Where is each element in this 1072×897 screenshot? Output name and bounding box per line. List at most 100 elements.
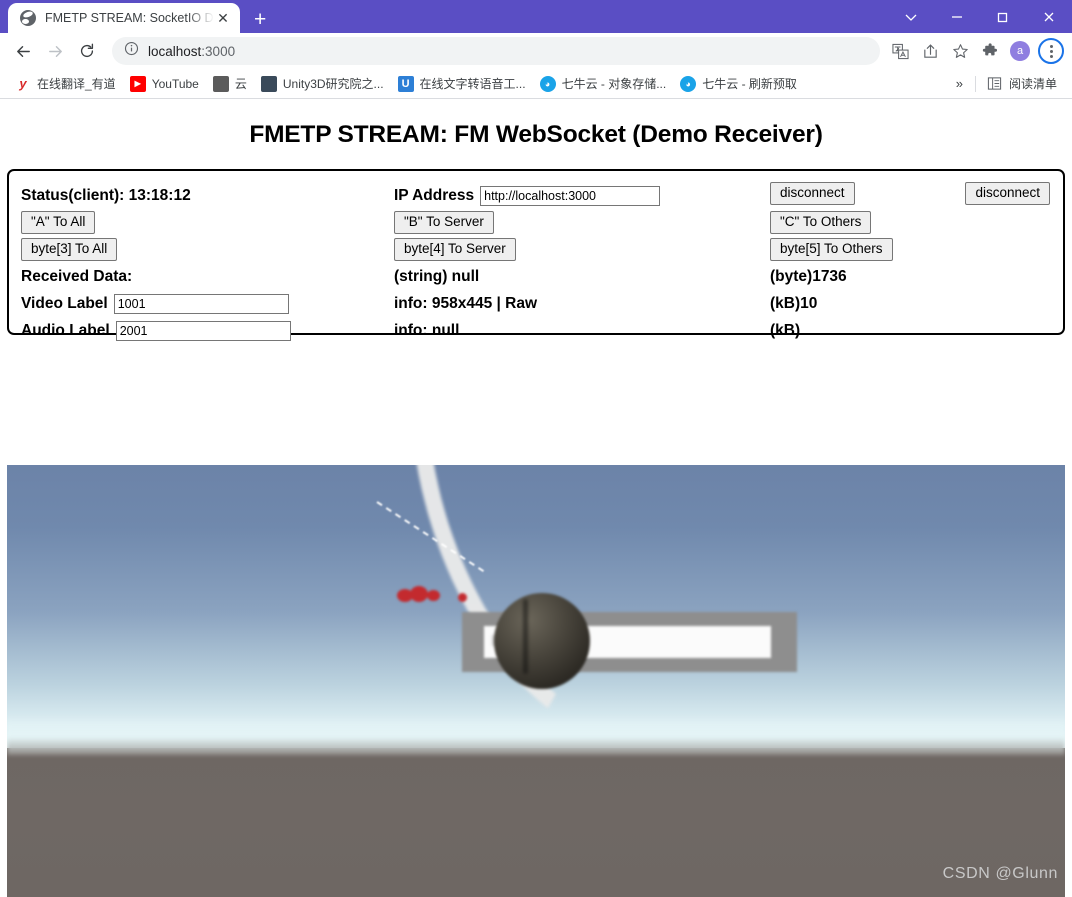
- three-dots-menu-icon[interactable]: [1038, 38, 1064, 64]
- bookmark-item[interactable]: 云: [206, 72, 254, 95]
- video-label-input[interactable]: [113, 293, 289, 314]
- byte-value-row: (byte)1736: [770, 263, 1050, 290]
- bookmark-item[interactable]: Unity3D研究院之...: [254, 72, 391, 95]
- profile-avatar[interactable]: a: [1010, 41, 1030, 61]
- url-text: localhost:3000: [148, 44, 235, 59]
- qiniu-icon: ◕: [539, 75, 556, 92]
- bookmarks-bar: y 在线翻译_有道 ▶ YouTube 云 Unity3D研究院之... U 在…: [0, 69, 1072, 99]
- extensions-puzzle-icon[interactable]: [976, 37, 1004, 65]
- bookmark-item[interactable]: U 在线文字转语音工...: [391, 72, 533, 95]
- video-label-text: Video Label: [21, 294, 108, 312]
- bookmark-item[interactable]: ▶ YouTube: [123, 73, 206, 95]
- string-value-row: (string) null: [394, 263, 770, 290]
- panel-columns: Status(client): 13:18:12 "A" To All byte…: [9, 182, 1063, 344]
- byte4-to-server-button[interactable]: byte[4] To Server: [394, 238, 516, 261]
- bookmark-item[interactable]: ◕ 七牛云 - 刷新预取: [673, 72, 804, 95]
- video-kb-row: (kB)10: [770, 290, 1050, 317]
- c-to-others-row: "C" To Others: [770, 209, 1050, 236]
- video-info-row: info: 958x445 | Raw: [394, 290, 770, 317]
- byte3-to-all-button[interactable]: byte[3] To All: [21, 238, 118, 261]
- status-label: Status(client): 13:18:12: [21, 186, 191, 204]
- bookmark-item[interactable]: ◕ 七牛云 - 对象存储...: [533, 72, 674, 95]
- disconnect-row: disconnect disconnect: [770, 182, 1050, 209]
- minimize-icon[interactable]: [934, 0, 980, 33]
- bookmarks-bar-right: » 阅读清单: [948, 72, 1064, 95]
- youtube-icon: ▶: [129, 75, 146, 92]
- browser-toolbar: localhost:3000 a: [0, 33, 1072, 69]
- divider: [974, 75, 976, 92]
- watermark: CSDN @Glunn: [942, 865, 1058, 882]
- bookmark-label: Unity3D研究院之...: [282, 77, 384, 91]
- cloud-site-icon: [212, 75, 229, 92]
- tab-search-chevron-down-icon[interactable]: [888, 0, 934, 33]
- translate-icon[interactable]: [886, 37, 914, 65]
- bookmark-label: 在线翻译_有道: [37, 77, 116, 91]
- byte4-to-server-row: byte[4] To Server: [394, 236, 770, 263]
- audio-kb-row: (kB): [770, 317, 1050, 344]
- bookmark-label: 七牛云 - 刷新预取: [702, 77, 797, 91]
- audio-kb-text: (kB): [770, 321, 801, 339]
- reading-list-button[interactable]: 阅读清单: [980, 72, 1064, 95]
- reload-icon[interactable]: [72, 36, 102, 66]
- status-panel: Status(client): 13:18:12 "A" To All byte…: [7, 169, 1065, 341]
- tab-title: FMETP STREAM: SocketIO Dem: [45, 11, 214, 25]
- back-arrow-icon[interactable]: [8, 36, 38, 66]
- address-bar[interactable]: localhost:3000: [112, 37, 880, 65]
- scene-ground: [7, 747, 1065, 897]
- disconnect-button-primary[interactable]: disconnect: [770, 182, 855, 205]
- bookmarks-overflow-icon[interactable]: »: [948, 76, 971, 91]
- qiniu-icon: ◕: [680, 75, 697, 92]
- window-controls: [888, 0, 1072, 33]
- string-value-text: (string) null: [394, 267, 480, 285]
- byte5-to-others-row: byte[5] To Others: [770, 236, 1050, 263]
- audio-label-row: Audio Label: [21, 317, 394, 344]
- byte-value-text: (byte)1736: [770, 267, 847, 285]
- video-kb-text: (kB)10: [770, 294, 818, 312]
- reading-list-label: 阅读清单: [1008, 77, 1057, 91]
- bookmark-item[interactable]: y 在线翻译_有道: [8, 72, 123, 95]
- video-stream-canvas[interactable]: [7, 465, 1065, 897]
- panel-column-right: disconnect disconnect "C" To Others byte…: [770, 182, 1050, 344]
- audio-info-text: info: null: [394, 321, 460, 339]
- c-to-others-button[interactable]: "C" To Others: [770, 211, 872, 234]
- globe-icon: [20, 10, 36, 26]
- scene-red-particles: [397, 585, 477, 607]
- maximize-icon[interactable]: [980, 0, 1026, 33]
- forward-arrow-icon: [40, 36, 70, 66]
- audio-label-input[interactable]: [115, 320, 291, 341]
- url-host: localhost: [148, 43, 202, 59]
- panel-column-left: Status(client): 13:18:12 "A" To All byte…: [9, 182, 394, 344]
- audio-label-text: Audio Label: [21, 321, 110, 339]
- info-circle-icon[interactable]: [124, 41, 139, 61]
- scene-horizon: [7, 715, 1065, 755]
- ip-address-input[interactable]: [480, 185, 661, 206]
- share-icon[interactable]: [916, 37, 944, 65]
- page-title: FMETP STREAM: FM WebSocket (Demo Receive…: [249, 121, 823, 148]
- browser-tab-strip: FMETP STREAM: SocketIO Dem ✕ +: [0, 0, 1072, 33]
- ip-address-row: IP Address: [394, 182, 770, 209]
- ip-address-label: IP Address: [394, 186, 475, 204]
- new-tab-button[interactable]: +: [254, 9, 266, 30]
- byte3-to-all-row: byte[3] To All: [21, 236, 394, 263]
- video-label-row: Video Label: [21, 290, 394, 317]
- bookmark-star-icon[interactable]: [946, 37, 974, 65]
- window-close-icon[interactable]: [1026, 0, 1072, 33]
- url-port: :3000: [201, 43, 236, 59]
- page-content: FMETP STREAM: FM WebSocket (Demo Receive…: [0, 99, 1072, 897]
- browser-tab[interactable]: FMETP STREAM: SocketIO Dem ✕: [8, 3, 240, 33]
- status-row: Status(client): 13:18:12: [21, 182, 394, 209]
- disconnect-button-secondary[interactable]: disconnect: [965, 182, 1050, 205]
- a-to-all-row: "A" To All: [21, 209, 394, 236]
- video-info-text: info: 958x445 | Raw: [394, 294, 538, 312]
- byte5-to-others-button[interactable]: byte[5] To Others: [770, 238, 893, 261]
- b-to-server-button[interactable]: "B" To Server: [394, 211, 494, 234]
- unity3d-blog-icon: [260, 75, 277, 92]
- a-to-all-button[interactable]: "A" To All: [21, 211, 96, 234]
- youdao-icon: y: [15, 75, 31, 92]
- received-data-row: Received Data:: [21, 263, 394, 290]
- b-to-server-row: "B" To Server: [394, 209, 770, 236]
- toolbar-actions: a: [886, 37, 1064, 65]
- reading-list-icon: [986, 75, 1003, 92]
- tts-site-icon: U: [397, 75, 414, 92]
- close-icon[interactable]: ✕: [214, 10, 232, 27]
